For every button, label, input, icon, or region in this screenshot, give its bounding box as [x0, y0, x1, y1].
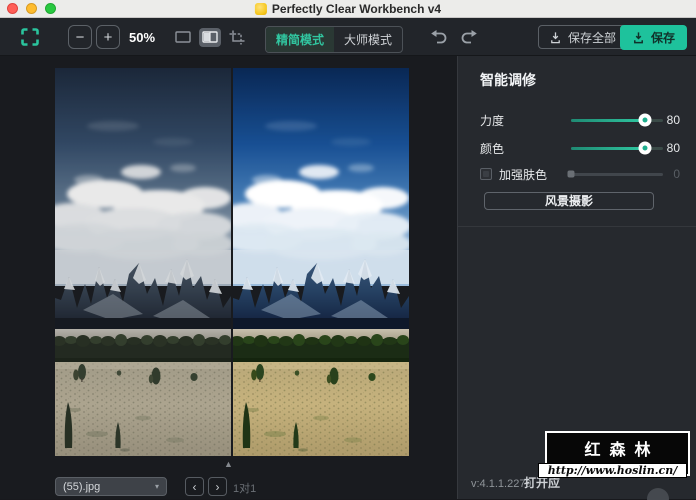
- color-value: 80: [663, 141, 680, 155]
- minimize-window-button[interactable]: [26, 3, 37, 14]
- tab-simple-mode[interactable]: 精简模式: [266, 27, 334, 52]
- app-window: Perfectly Clear Workbench v4 − + 50%: [0, 0, 696, 500]
- color-label: 颜色: [480, 140, 571, 157]
- filmstrip-reveal-icon[interactable]: ▲: [224, 459, 233, 469]
- file-select-dropdown[interactable]: (55).jpg ▾: [55, 477, 167, 496]
- strength-slider-row: 力度 80: [458, 106, 696, 134]
- skin-tone-checkbox[interactable]: [480, 168, 492, 180]
- slider-thumb[interactable]: [638, 114, 651, 127]
- zoom-in-button[interactable]: +: [96, 25, 120, 49]
- download-icon: [632, 31, 645, 44]
- color-slider[interactable]: [571, 147, 663, 150]
- color-slider-row: 颜色 80: [458, 134, 696, 162]
- version-label: v:4.1.1.2279: [471, 478, 532, 490]
- fullscreen-window-button[interactable]: [45, 3, 56, 14]
- slider-fill: [571, 147, 645, 150]
- undo-icon[interactable]: [428, 28, 448, 46]
- skin-tone-slider: [571, 173, 663, 176]
- strength-label: 力度: [480, 112, 571, 129]
- after-image-panel[interactable]: [233, 68, 409, 456]
- split-view-icon[interactable]: [199, 28, 221, 47]
- titlebar: Perfectly Clear Workbench v4: [0, 0, 696, 18]
- landscape-preset-button[interactable]: 风景摄影: [484, 192, 654, 210]
- section-divider: [458, 226, 696, 227]
- mode-segmented-control: 精简模式 大师模式: [265, 26, 403, 53]
- download-icon: [549, 31, 562, 44]
- app-dock-icon: [255, 3, 267, 15]
- single-view-icon[interactable]: [172, 28, 194, 47]
- window-title: Perfectly Clear Workbench v4: [272, 2, 441, 16]
- save-button[interactable]: 保存: [620, 25, 687, 50]
- toolbar: − + 50% 精简模式 大师模式: [0, 18, 696, 56]
- compare-ratio-label: 1对1: [233, 480, 256, 496]
- skin-tone-value: 0: [663, 167, 680, 181]
- skin-tone-row: 加强肤色 0: [458, 162, 696, 186]
- app-logo-viewfinder-icon: [19, 26, 41, 48]
- crop-icon[interactable]: [226, 28, 248, 47]
- chevron-down-icon: ▾: [155, 482, 159, 491]
- zoom-out-button[interactable]: −: [68, 25, 92, 49]
- save-all-label: 保存全部: [568, 29, 616, 46]
- image-canvas: ▲ (55).jpg ▾ ‹ › 1对1: [0, 56, 457, 499]
- help-bubble-icon[interactable]: [647, 488, 669, 500]
- strength-value: 80: [663, 113, 680, 127]
- watermark-box: 红森林 http://www.hoslin.cn/: [545, 431, 690, 476]
- save-all-button[interactable]: 保存全部: [538, 25, 627, 49]
- slider-fill: [571, 119, 645, 122]
- redo-icon[interactable]: [460, 28, 480, 46]
- next-image-button[interactable]: ›: [208, 477, 227, 496]
- previous-image-button[interactable]: ‹: [185, 477, 204, 496]
- current-file-name: (55).jpg: [63, 481, 100, 493]
- watermark-url: http://www.hoslin.cn/: [538, 463, 687, 478]
- before-image-panel[interactable]: [55, 68, 231, 456]
- strength-slider[interactable]: [571, 119, 663, 122]
- watermark-name: 红森林: [547, 436, 688, 460]
- skin-tone-label: 加强肤色: [499, 166, 571, 183]
- close-window-button[interactable]: [7, 3, 18, 14]
- panel-title: 智能调修: [480, 70, 696, 90]
- zoom-level-value: 50%: [129, 30, 155, 45]
- slider-thumb: [568, 171, 575, 178]
- tab-master-mode[interactable]: 大师模式: [334, 27, 402, 52]
- slider-thumb[interactable]: [638, 142, 651, 155]
- save-label: 保存: [651, 29, 675, 46]
